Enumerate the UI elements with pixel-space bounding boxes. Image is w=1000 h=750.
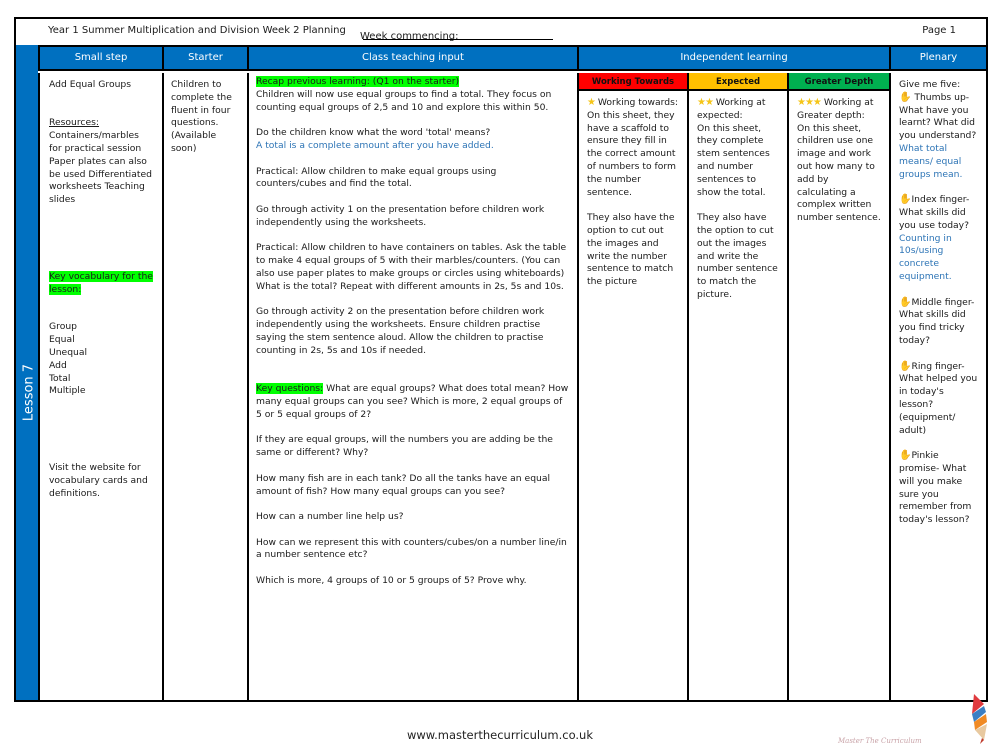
document-title: Year 1 Summer Multiplication and Divisio… [48,25,346,36]
plenary-cell: Give me five: ✋ Thumbs up- What have you… [889,73,986,700]
vocab-item: Total [49,372,71,384]
plenary-thumbs-answer: What total means/ equal groups mean. [899,142,963,180]
total-question: Do the children know what the word 'tota… [256,127,491,139]
wt-extra: They also have the option to cut out the… [587,212,675,288]
vocab-item: Multiple [49,385,86,397]
plenary-thumbs: Thumbs up- What have you learnt? What di… [899,91,977,142]
resources-list: Containers/marbles for practical session… [49,130,152,206]
star-icon: ★ [587,97,596,108]
exp-extra: They also have the option to cut out the… [697,212,778,300]
vocab-list: Group Equal Unequal Add Total Multiple [49,321,154,398]
pencil-logo-icon [972,694,987,744]
star-icon: ★★ [697,97,714,108]
question-5: How can we represent this with counters/… [256,536,567,561]
title-row: Year 1 Summer Multiplication and Divisio… [16,19,986,45]
greater-depth-cell: Greater Depth ★★★ Working at Greater dep… [787,73,889,700]
hand-icon: ✋ [899,296,912,308]
small-step-cell: Add Equal Groups Resources: Containers/m… [38,73,162,700]
wt-heading: Working towards: [597,97,678,108]
vocab-heading: Key vocabulary for the lesson: [49,270,153,295]
hand-icon: ✋ [899,194,912,206]
working-towards-header: Working Towards [579,73,687,91]
wt-text: On this sheet, they have a scaffold to e… [587,109,676,198]
header-independent-learning: Independent learning [577,47,889,69]
resources-heading: Resources: [49,117,100,129]
total-answer: A total is a complete amount after you h… [256,139,494,151]
header-starter: Starter [162,47,247,69]
star-icon: ★★★ [797,97,822,108]
expected-cell: Expected ★★ Working at expected: On this… [687,73,787,700]
hand-icon: ✋ [899,360,912,372]
header-plenary: Plenary [889,47,986,69]
plenary-pinkie: Pinkie promise- What will you make sure … [899,450,972,526]
hand-icon: ✋ [899,450,912,462]
activity-2: Go through activity 2 on the presentatio… [256,306,545,356]
page-number: Page 1 [922,25,956,36]
vocab-item: Group [49,321,77,333]
expected-header: Expected [689,73,787,91]
column-header-row: Small step Starter Class teaching input … [16,45,986,71]
gd-text: On this sheet, children use one image an… [797,122,881,224]
greater-depth-header: Greater Depth [789,73,889,91]
small-step-title: Add Equal Groups [49,79,132,90]
lesson-label: Lesson 7 [21,363,37,422]
question-2: If they are equal groups, will the numbe… [256,434,553,459]
plenary-index-answer: Counting in 10s/using concrete equipment… [899,232,952,282]
lesson-strip: Lesson 7 [16,45,38,700]
hand-icon: ✋ [899,91,912,103]
class-teaching-cell: Recap previous learning: (Q1 on the star… [247,73,577,700]
starter-text: Children to complete the fluent in four … [171,79,232,154]
exp-text: On this sheet, they complete stem senten… [697,122,770,198]
question-6: Which is more, 4 groups of 10 or 5 group… [256,575,527,587]
website-note: Visit the website for vocabulary cards a… [49,462,148,499]
recap-text: Children will now use equal groups to fi… [256,88,552,113]
plenary-intro: Give me five: [899,79,961,90]
working-towards-cell: Working Towards ★ Working towards: On th… [577,73,687,700]
activity-1: Go through activity 1 on the presentatio… [256,203,545,228]
header-class-teaching: Class teaching input [247,47,577,69]
practical-1: Practical: Allow children to make equal … [256,165,497,190]
recap-heading: Recap previous learning: (Q1 on the star… [256,76,460,87]
planning-table: Year 1 Summer Multiplication and Divisio… [14,17,988,702]
vocab-item: Unequal [49,346,88,358]
practical-2: Practical: Allow children to have contai… [256,242,567,292]
plenary-ring: Ring finger- What helped you in today's … [899,360,978,436]
week-commencing-field[interactable] [363,31,553,40]
key-questions-heading: Key questions: [256,383,324,395]
question-4: How can a number line help us? [256,511,404,523]
question-3: How many fish are in each tank? Do all t… [256,472,551,497]
header-small-step: Small step [38,47,162,69]
logo-text: Master The Curriculum [838,737,922,745]
vocab-item: Equal [49,334,75,346]
starter-cell: Children to complete the fluent in four … [162,73,247,700]
plenary-middle: Middle finger- What skills did you find … [899,296,975,346]
key-questions: Key questions: What are equal groups? Wh… [256,383,569,421]
vocab-item: Add [49,359,67,371]
